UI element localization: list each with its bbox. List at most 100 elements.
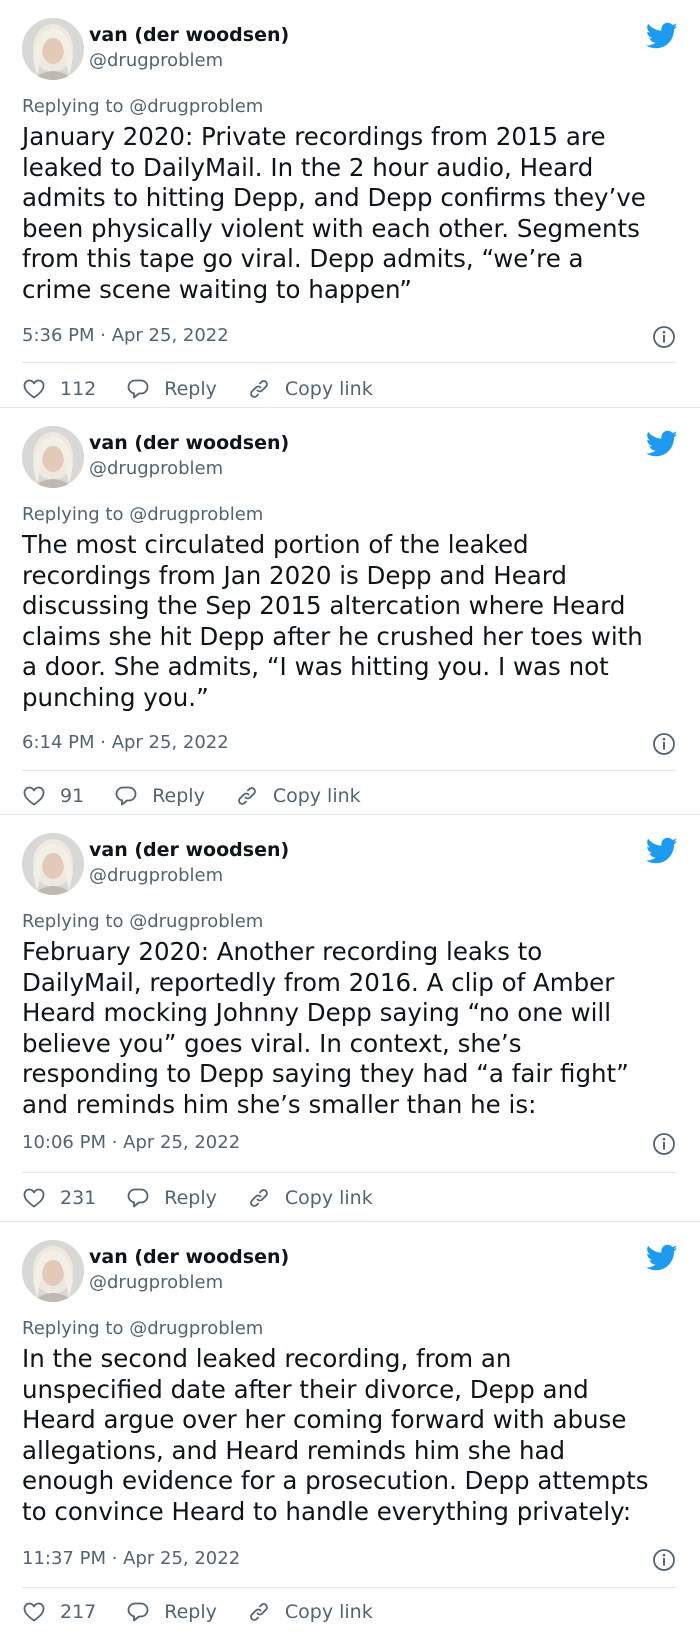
tweet-text-line: discussing the Sep 2015 altercation wher… <box>22 591 626 620</box>
reply-button[interactable]: Reply <box>126 1186 217 1210</box>
divider <box>22 1587 676 1588</box>
reply-icon <box>115 786 137 806</box>
replying-to[interactable]: Replying to @drugproblem <box>22 504 263 525</box>
reply-label: Reply <box>164 1187 217 1209</box>
copy-link-icon <box>250 1603 268 1621</box>
info-icon[interactable] <box>652 325 676 349</box>
tweet-text-line: been physically violent with each other.… <box>22 213 640 243</box>
reply-button[interactable]: Reply <box>114 784 205 808</box>
tweet-text-line: Heard mocking Johnny Depp saying “no one… <box>22 998 612 1027</box>
tweet-text-line: leaked to DailyMail. In the 2 hour audio… <box>22 152 594 182</box>
author-handle[interactable]: @drugproblem <box>89 865 223 886</box>
author-name[interactable]: van (der woodsen) <box>89 432 289 454</box>
reply-icon <box>127 1188 149 1208</box>
tweet-text-line: to convince Heard to handle everything p… <box>22 1496 632 1526</box>
copy-link-label: Copy link <box>272 785 361 807</box>
tweet-text-line: Heard argue over her coming forward with… <box>22 1405 627 1434</box>
tweet-1: van (der woodsen) @drugproblem Replying … <box>0 0 700 408</box>
tweet-text-line: believe you” goes viral. In context, she… <box>22 1028 522 1058</box>
author-name[interactable]: van (der woodsen) <box>89 24 289 46</box>
tweet-4: van (der woodsen) @drugproblem Replying … <box>0 1222 700 1637</box>
tweet-text: The most circulated portion of the leake… <box>22 530 682 713</box>
avatar[interactable] <box>22 833 84 895</box>
tweet-text-line: crime scene waiting to happen” <box>22 274 412 304</box>
copy-link-label: Copy link <box>284 1601 373 1623</box>
tweet-thread: van (der woodsen) @drugproblem Replying … <box>0 0 700 1637</box>
tweet-actions: 217 Reply Copy link <box>22 1597 403 1627</box>
info-icon[interactable] <box>652 1132 676 1156</box>
author-name[interactable]: van (der woodsen) <box>89 1246 289 1268</box>
tweet-text-line: January 2020: Private recordings from 20… <box>22 122 606 151</box>
twitter-bird-icon[interactable] <box>646 837 678 865</box>
tweet-text-line: In the second leaked recording, from an <box>22 1344 512 1373</box>
tweet-text-line: responding to Depp saying they had “a fa… <box>22 1059 629 1088</box>
author-handle[interactable]: @drugproblem <box>89 1272 223 1293</box>
tweet-2: van (der woodsen) @drugproblem Replying … <box>0 408 700 815</box>
author-handle[interactable]: @drugproblem <box>89 50 223 71</box>
copy-link-button[interactable]: Copy link <box>247 377 373 401</box>
author-name[interactable]: van (der woodsen) <box>89 839 289 861</box>
tweet-text: January 2020: Private recordings from 20… <box>22 122 682 305</box>
twitter-bird-icon[interactable] <box>646 430 678 458</box>
replying-to[interactable]: Replying to @drugproblem <box>22 911 263 932</box>
replying-to[interactable]: Replying to @drugproblem <box>22 96 263 117</box>
author-handle[interactable]: @drugproblem <box>89 458 223 479</box>
tweet-text-line: admits to hitting Depp, and Depp confirm… <box>22 183 646 212</box>
reply-label: Reply <box>164 378 217 400</box>
tweet-text: February 2020: Another recording leaks t… <box>22 937 682 1120</box>
reply-icon <box>127 1602 149 1622</box>
tweet-actions: 112 Reply Copy link <box>22 374 403 404</box>
copy-link-button[interactable]: Copy link <box>247 1186 373 1210</box>
reply-button[interactable]: Reply <box>126 1600 217 1624</box>
replying-to[interactable]: Replying to @drugproblem <box>22 1318 263 1339</box>
copy-link-icon <box>237 787 256 805</box>
avatar[interactable] <box>22 426 84 488</box>
like-button[interactable]: 112 <box>22 377 96 401</box>
tweet-text-line: February 2020: Another recording leaks t… <box>22 937 543 966</box>
reply-label: Reply <box>164 1601 217 1623</box>
heart-icon <box>23 379 45 399</box>
tweet-text: In the second leaked recording, from an … <box>22 1344 682 1527</box>
heart-icon <box>23 1602 45 1622</box>
like-count: 231 <box>60 1187 97 1209</box>
copy-link-button[interactable]: Copy link <box>235 784 361 808</box>
tweet-actions: 91 Reply Copy link <box>22 781 391 811</box>
tweet-text-line: and reminds him she’s smaller than he is… <box>22 1089 537 1119</box>
timestamp[interactable]: 11:37 PM · Apr 25, 2022 <box>22 1548 240 1569</box>
like-count: 91 <box>60 785 85 807</box>
heart-icon <box>23 1188 45 1208</box>
tweet-text-line: The most circulated portion of the leake… <box>22 530 529 559</box>
timestamp[interactable]: 10:06 PM · Apr 25, 2022 <box>22 1132 240 1153</box>
like-button[interactable]: 217 <box>22 1600 96 1624</box>
like-count: 112 <box>60 378 97 400</box>
divider <box>22 770 676 771</box>
tweet-text-line: from this tape go viral. Depp admits, “w… <box>22 244 584 273</box>
info-icon[interactable] <box>652 1548 676 1572</box>
reply-button[interactable]: Reply <box>126 377 217 401</box>
divider <box>22 1172 676 1173</box>
like-button[interactable]: 91 <box>22 784 84 808</box>
heart-icon <box>23 786 45 806</box>
twitter-bird-icon[interactable] <box>646 1244 678 1272</box>
copy-link-button[interactable]: Copy link <box>247 1600 373 1624</box>
tweet-text-line: DailyMail, reportedly from 2016. A clip … <box>22 967 615 997</box>
copy-link-label: Copy link <box>284 378 373 400</box>
avatar[interactable] <box>22 18 84 80</box>
like-count: 217 <box>60 1601 97 1623</box>
timestamp[interactable]: 5:36 PM · Apr 25, 2022 <box>22 325 229 346</box>
tweet-actions: 231 Reply Copy link <box>22 1183 403 1213</box>
avatar[interactable] <box>22 1240 84 1302</box>
timestamp[interactable]: 6:14 PM · Apr 25, 2022 <box>22 732 229 753</box>
tweet-text-line: unspecified date after their divorce, De… <box>22 1374 589 1404</box>
info-icon[interactable] <box>652 732 676 756</box>
divider <box>22 362 676 363</box>
like-button[interactable]: 231 <box>22 1186 96 1210</box>
tweet-3: van (der woodsen) @drugproblem Replying … <box>0 815 700 1222</box>
reply-icon <box>127 379 149 399</box>
copy-link-icon <box>250 1189 268 1207</box>
copy-link-label: Copy link <box>284 1187 373 1209</box>
tweet-text-line: recordings from Jan 2020 is Depp and Hea… <box>22 560 567 590</box>
tweet-text-line: a door. She admits, “I was hitting you. … <box>22 652 609 681</box>
twitter-bird-icon[interactable] <box>646 22 678 50</box>
tweet-text-line: enough evidence for a prosecution. Depp … <box>22 1466 649 1495</box>
